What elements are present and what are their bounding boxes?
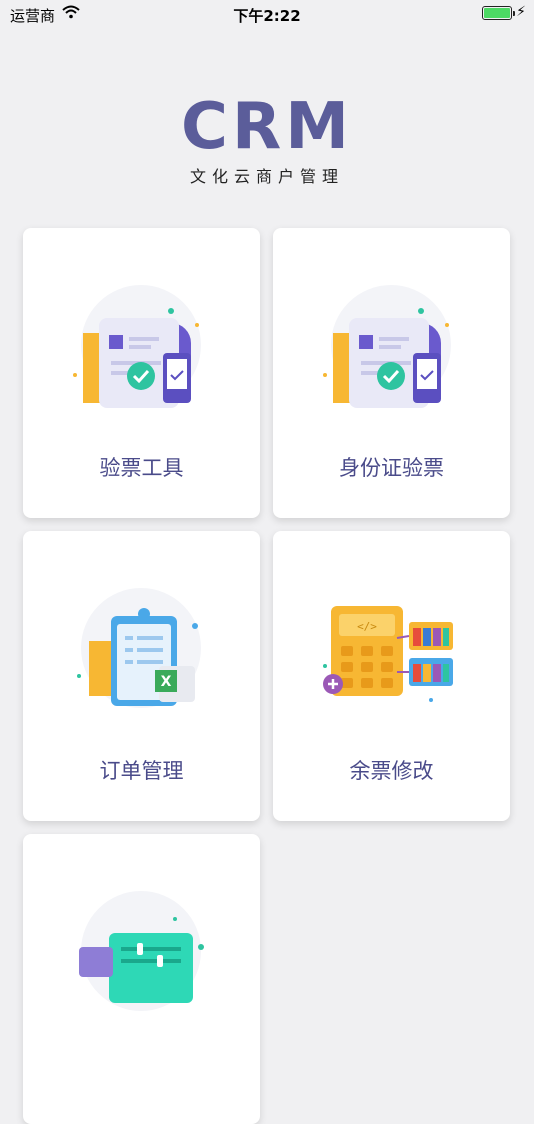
- menu-label: 订单管理: [99, 759, 184, 783]
- menu-label: 余票修改: [349, 759, 434, 783]
- id-card-check-icon: [321, 283, 461, 413]
- order-clipboard-icon: X: [71, 586, 211, 716]
- charging-icon: ⚡: [516, 4, 526, 20]
- menu-card-remaining-tickets[interactable]: </> 余票修改: [273, 531, 510, 821]
- svg-text:X: X: [161, 674, 172, 690]
- menu-label: 身份证验票: [339, 456, 444, 480]
- menu-label: 验票工具: [99, 456, 184, 480]
- ticket-check-icon: [71, 283, 211, 413]
- app-logo: CRM: [181, 90, 353, 164]
- battery-icon: [482, 6, 515, 20]
- menu-card-ticket-check[interactable]: 验票工具: [23, 228, 260, 518]
- svg-text:</>: </>: [357, 620, 377, 633]
- app-subtitle: 文化云商户管理: [189, 167, 344, 186]
- status-time: 下午2:22: [233, 7, 301, 25]
- status-bar: 运营商 下午2:22 ⚡: [0, 0, 534, 28]
- remaining-tickets-icon: </>: [321, 586, 461, 716]
- menu-card-id-check[interactable]: 身份证验票: [273, 228, 510, 518]
- menu-card-settings[interactable]: [23, 834, 260, 1124]
- settings-panel-icon: [71, 889, 211, 1019]
- menu-card-order-management[interactable]: X 订单管理: [23, 531, 260, 821]
